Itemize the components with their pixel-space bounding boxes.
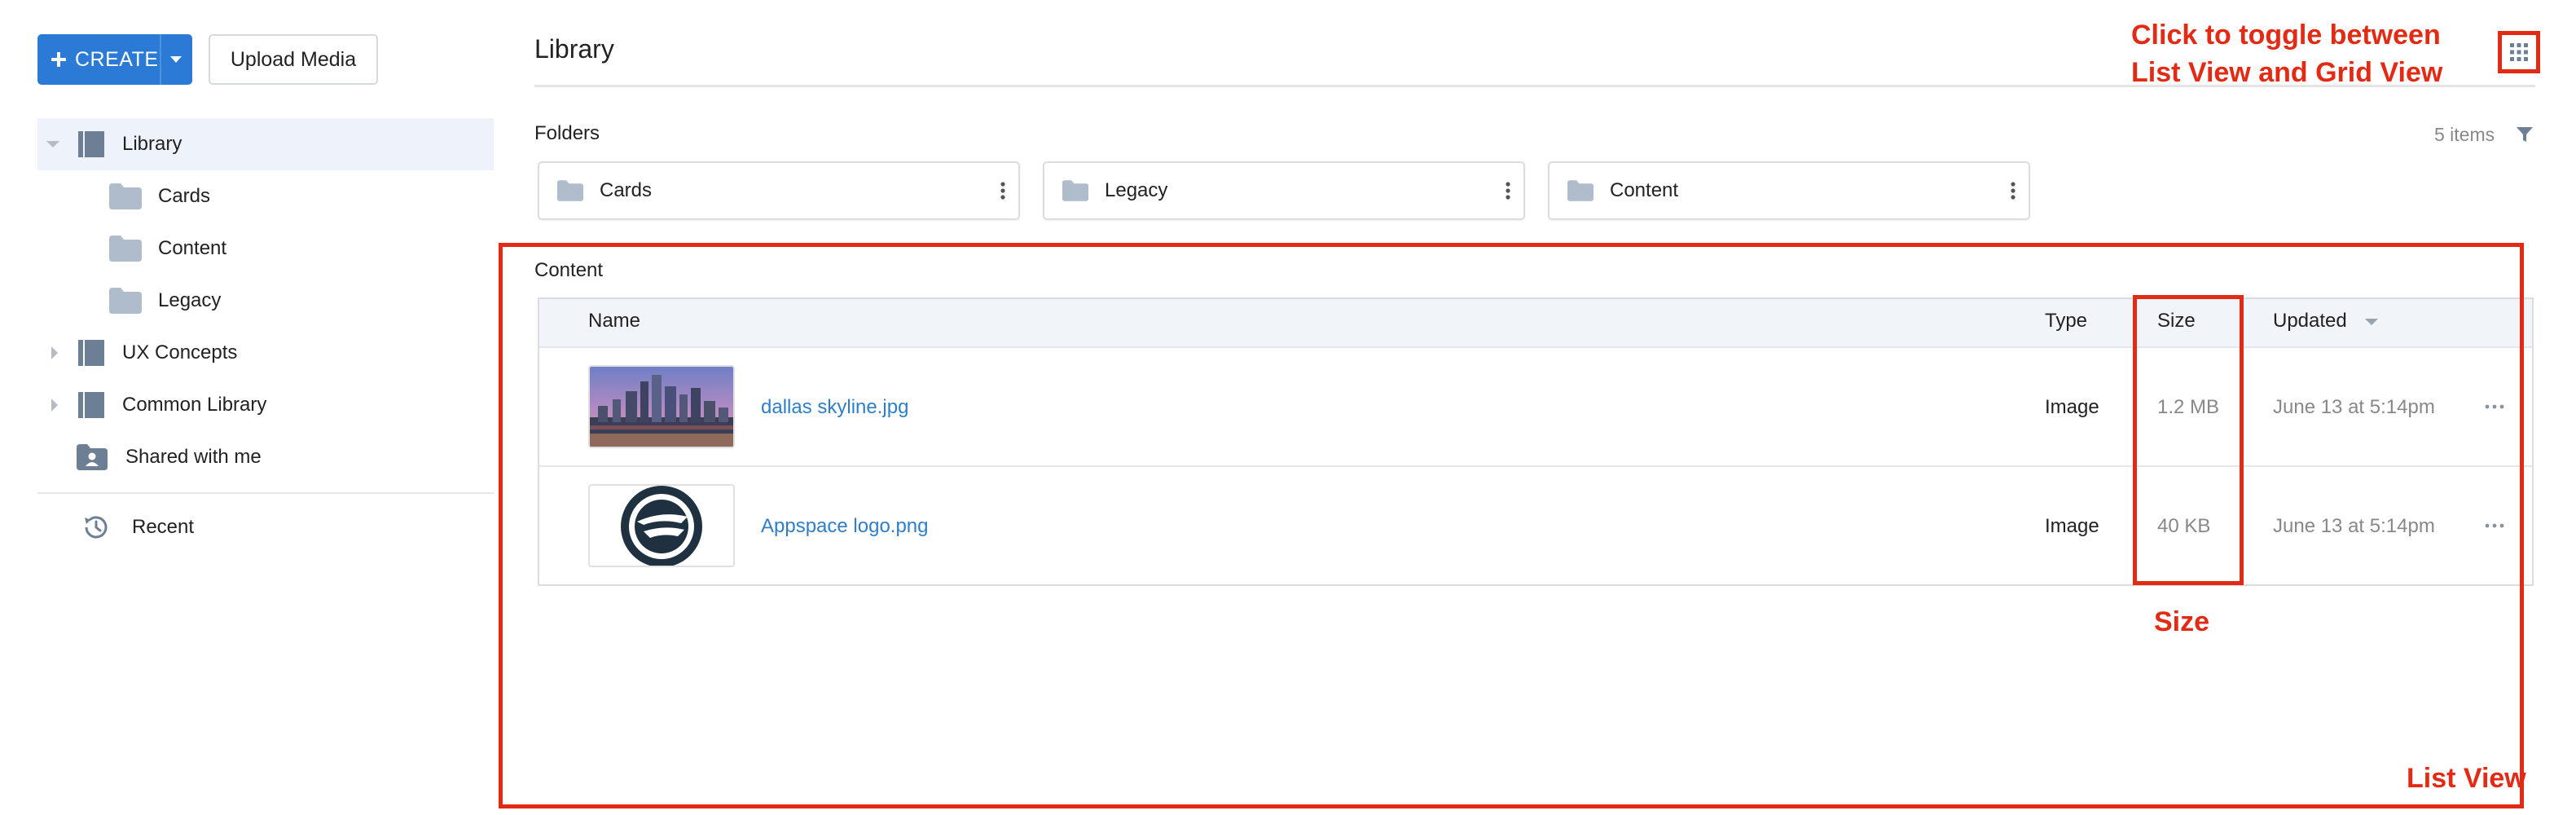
folder-icon (1062, 180, 1088, 201)
sidebar-item-label: UX Concepts (122, 341, 238, 363)
folder-name: Legacy (1105, 179, 1168, 201)
folders-section-label: Folders (534, 122, 600, 144)
create-divider (160, 34, 161, 85)
shared-folder-icon (77, 444, 108, 470)
folder-card-content[interactable]: Content (1548, 161, 2030, 220)
folder-icon (557, 180, 583, 201)
sidebar-item-label: Legacy (158, 289, 222, 311)
sidebar-item-cards[interactable]: Cards (109, 170, 210, 222)
library-book-icon (77, 130, 106, 159)
sidebar-item-recent[interactable]: Recent (81, 501, 194, 553)
sidebar-item-legacy[interactable]: Legacy (109, 275, 221, 327)
upload-media-button[interactable]: Upload Media (209, 34, 378, 85)
create-label: CREATE (75, 47, 159, 71)
folder-icon (109, 288, 142, 314)
items-count: 5 items (2434, 124, 2495, 145)
sidebar-item-label: Recent (132, 516, 195, 538)
history-clock-icon (81, 513, 111, 542)
plus-icon (51, 51, 67, 68)
sidebar-item-label: Content (158, 237, 227, 259)
page-title: Library (534, 34, 614, 64)
annotation-list-view-box (499, 243, 2524, 808)
grid-view-icon[interactable] (2509, 42, 2529, 62)
folder-card-legacy[interactable]: Legacy (1043, 161, 1525, 220)
sidebar-divider (37, 492, 494, 494)
sidebar-item-content[interactable]: Content (109, 222, 226, 275)
folder-card-cards[interactable]: Cards (538, 161, 1020, 220)
more-vertical-icon[interactable] (2011, 181, 2016, 200)
expand-caret-icon[interactable] (51, 346, 59, 360)
filter-icon[interactable] (2516, 126, 2534, 143)
library-book-icon (77, 390, 106, 420)
folder-icon (1567, 180, 1594, 201)
create-button[interactable]: CREATE (37, 34, 192, 85)
more-vertical-icon[interactable] (1000, 181, 1005, 200)
sidebar-item-label: Common Library (122, 394, 267, 416)
expand-caret-icon[interactable] (51, 398, 59, 412)
sidebar-item-label: Cards (158, 185, 211, 207)
caret-down-icon[interactable] (169, 55, 182, 64)
collapse-caret-icon[interactable] (46, 140, 60, 148)
sidebar-item-ux-concepts[interactable]: UX Concepts (51, 327, 237, 379)
sidebar-item-library[interactable]: Library (46, 118, 182, 170)
sidebar-item-label: Shared with me (125, 446, 262, 468)
library-book-icon (77, 338, 106, 368)
annotation-toggle-line2: List View and Grid View (2131, 57, 2443, 88)
folder-name: Cards (600, 179, 653, 201)
sidebar-item-label: Library (122, 133, 182, 155)
annotation-toggle-line1: Click to toggle between (2131, 20, 2441, 51)
more-vertical-icon[interactable] (1506, 181, 1510, 200)
sidebar-item-shared-with-me[interactable]: Shared with me (77, 431, 262, 483)
folder-icon (109, 183, 142, 209)
folder-icon (109, 236, 142, 262)
sidebar-item-common-library[interactable]: Common Library (51, 379, 266, 431)
annotation-list-view-label: List View (2407, 763, 2526, 794)
folder-name: Content (1610, 179, 1679, 201)
